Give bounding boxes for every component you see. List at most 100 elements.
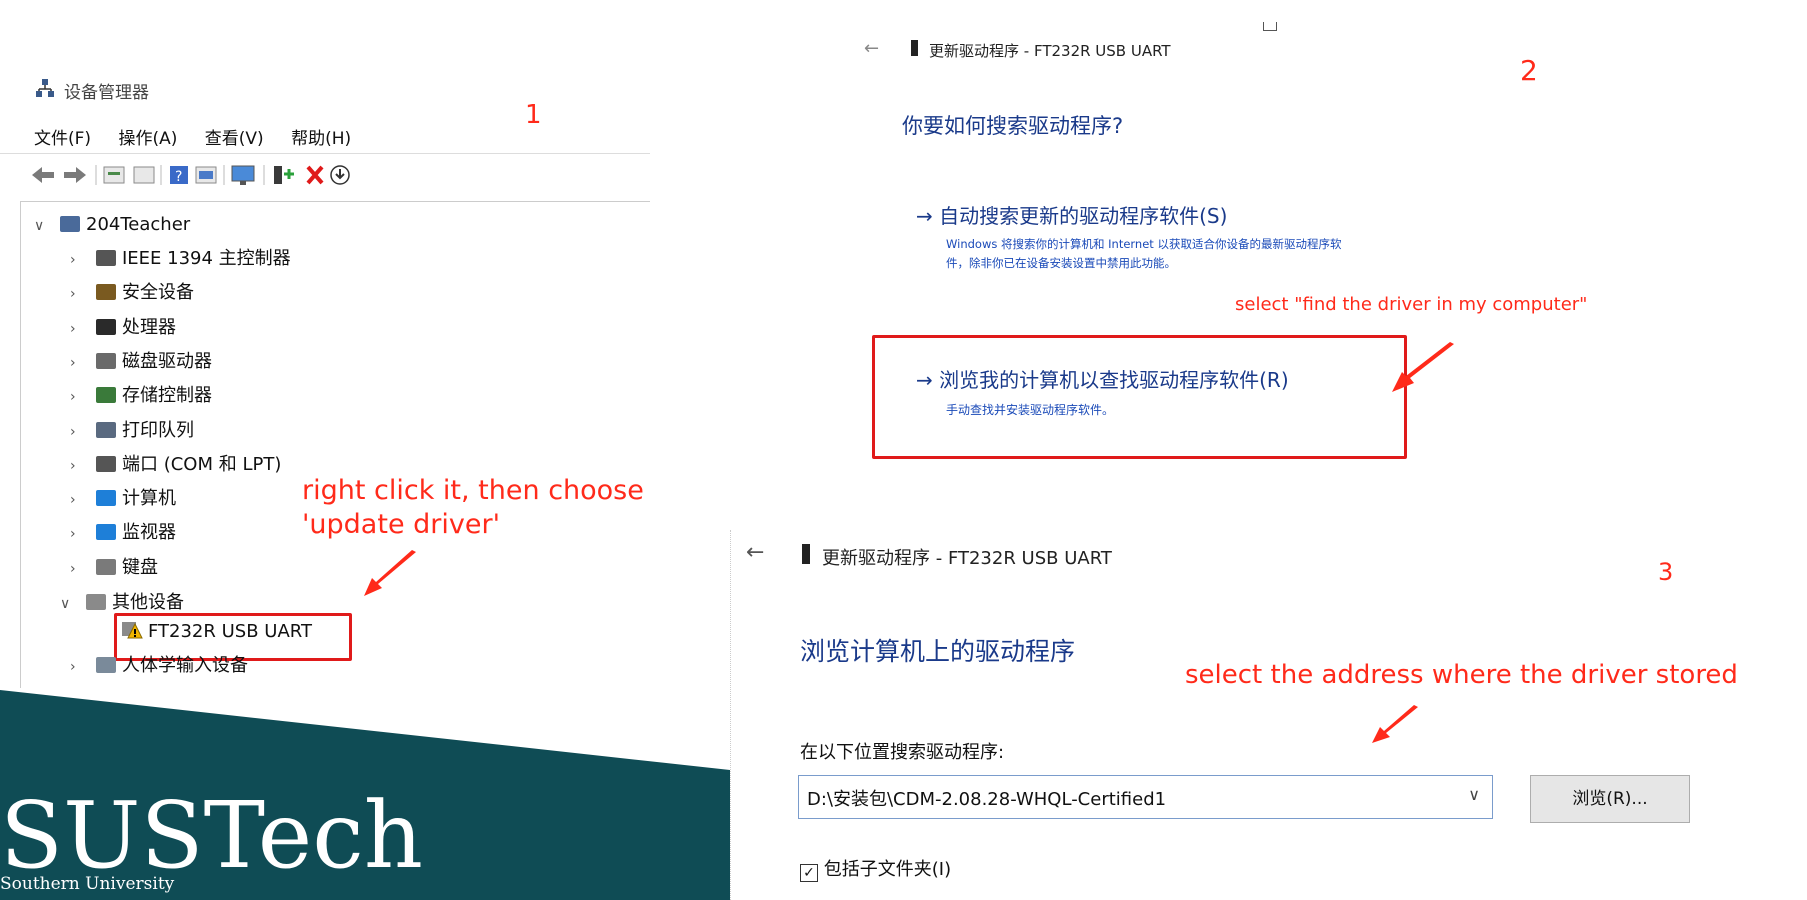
dialog-title-3: 更新驱动程序 - FT232R USB UART [822,548,1112,569]
browse-heading: 浏览计算机上的驱动程序 [800,637,1076,666]
forward-arrow-icon [64,167,86,183]
tree-item-label: 处理器 [122,316,176,338]
chevron-right-icon[interactable]: › [70,280,96,308]
chevron-right-icon[interactable]: › [70,520,96,548]
device-icon [802,544,810,564]
sustech-subtitle: Southern University [0,874,175,894]
annotation-3: select the address where the driver stor… [1185,660,1738,690]
search-question: 你要如何搜索驱动程序? [902,114,1124,138]
annotation-arrow-1 [364,550,416,596]
arrow-right-icon: → [916,368,940,392]
tree-item-label: 其他设备 [112,592,184,613]
chevron-right-icon[interactable]: › [70,418,96,446]
dialog-title-2: 更新驱动程序 - FT232R USB UART [929,42,1171,60]
annotation-1-line2: 'update driver' [302,509,500,540]
menu-file[interactable]: 文件(F) [34,129,91,149]
step-number-1: 1 [525,100,542,130]
keyboard-icon [96,558,116,575]
tree-item-label: 人体学输入设备 [122,655,248,676]
tree-item[interactable]: › 监视器 [70,519,176,547]
hid-icon [96,657,116,673]
menu-divider [0,153,650,154]
chevron-right-icon[interactable]: › [70,452,96,480]
tree-item[interactable]: › IEEE 1394 主控制器 [70,245,291,273]
annotation-1: right click it, then choose 'update driv… [302,474,644,542]
chevron-down-icon[interactable]: ∨ [60,590,86,618]
browse-option-title: → 浏览我的计算机以查找驱动程序软件(R) [916,368,1289,392]
tree-item-label: 存储控制器 [122,385,212,407]
chevron-right-icon[interactable]: › [70,555,96,583]
tree-item[interactable]: › 计算机 [70,485,176,513]
chevron-right-icon[interactable]: › [70,653,96,681]
chevron-right-icon[interactable]: › [70,486,96,514]
chevron-down-icon[interactable]: ∨ [1468,785,1480,804]
window-restore-icon[interactable] [1263,22,1277,31]
browse-button[interactable]: 浏览(R)... [1530,775,1690,823]
back-arrow-icon[interactable]: ← [746,540,764,565]
menu-action[interactable]: 操作(A) [118,129,177,149]
menu-help[interactable]: 帮助(H) [291,129,351,149]
ieee1394-icon [96,250,116,266]
auto-search-title: → 自动搜索更新的驱动程序软件(S) [916,204,1228,228]
browse-computer-option[interactable]: → 浏览我的计算机以查找驱动程序软件(R) 手动查找并安装驱动程序软件。 [916,364,1289,418]
storage-controller-icon [96,387,116,404]
menu-bar: 文件(F) 操作(A) 查看(V) 帮助(H) [34,124,373,149]
tree-item[interactable]: › 处理器 [70,314,176,342]
tree-item-hid[interactable]: › 人体学输入设备 [70,652,248,680]
annotation-1-line1: right click it, then choose [302,475,644,506]
chevron-right-icon[interactable]: › [70,349,96,377]
tree-item-label: IEEE 1394 主控制器 [122,248,291,269]
tree-item[interactable]: › 磁盘驱动器 [70,348,212,376]
search-location-label: 在以下位置搜索驱动程序: [800,742,1005,763]
print-queue-icon [96,421,116,438]
device-icon [911,40,918,56]
driver-path-value[interactable]: D:\安装包\CDM-2.08.28-WHQL-Certified1 [807,785,1166,811]
tree-item[interactable]: › 存储控制器 [70,382,212,410]
arrow-right-icon: → [916,204,940,228]
tree-item-label: 磁盘驱动器 [122,350,212,372]
auto-search-desc: Windows 将搜索你的计算机和 Internet 以获取适合你设备的最新驱动… [946,237,1342,270]
tree-item[interactable]: › 键盘 [70,554,158,582]
device-manager-panel: 设备管理器 1 文件(F) 操作(A) 查看(V) 帮助(H) ? ∨ 204T… [0,0,650,690]
include-subfolders-checkbox[interactable]: ✓ 包括子文件夹(I) [800,855,951,882]
back-arrow-icon[interactable]: ← [864,38,879,59]
browse-option-desc: 手动查找并安装驱动程序软件。 [946,403,1115,417]
computer-network-icon [60,216,80,232]
tree-item-label: 计算机 [122,488,176,510]
toolbar-divider [20,201,650,202]
update-driver-panel-2: ← 更新驱动程序 - FT232R USB UART 2 你要如何搜索驱动程序?… [733,0,1807,460]
sustech-logo-text: SUSTech [0,782,424,889]
driver-path-combobox[interactable]: D:\安装包\CDM-2.08.28-WHQL-Certified1 ∨ [798,775,1493,819]
tree-item[interactable]: › 打印队列 [70,417,194,445]
chevron-right-icon[interactable]: › [70,383,96,411]
uninstall-icon [306,165,324,185]
menu-view[interactable]: 查看(V) [205,129,264,149]
disk-drive-icon [96,352,116,369]
update-driver-panel-3: ← 更新驱动程序 - FT232R USB UART 3 浏览计算机上的驱动程序… [730,530,1807,900]
annotation-arrow-3 [1372,705,1418,743]
port-icon [96,455,116,472]
auto-search-option[interactable]: → 自动搜索更新的驱动程序软件(S) Windows 将搜索你的计算机和 Int… [916,200,1341,273]
update-icon [330,165,350,185]
tree-root-label: 204Teacher [86,214,191,235]
computer-icon [96,490,116,507]
tree-item-label: 监视器 [122,522,176,544]
tree-item-label: 打印队列 [122,419,194,441]
help-icon: ? [170,166,188,185]
tree-item-label: 键盘 [122,556,158,578]
chevron-right-icon[interactable]: › [70,315,96,343]
checkbox-checked-icon[interactable]: ✓ [800,864,818,882]
step-number-2: 2 [1520,54,1538,87]
monitor-icon [96,524,116,541]
chevron-right-icon[interactable]: › [70,246,96,274]
tree-root[interactable]: ∨ 204Teacher [34,211,190,239]
tree-border [20,202,21,688]
window-title: 设备管理器 [64,83,149,103]
device-manager-icon [34,77,56,103]
properties-icon [103,166,125,184]
annotation-arrow-2 [1392,342,1454,392]
tree-item[interactable]: › 端口 (COM 和 LPT) [70,451,281,479]
chevron-down-icon[interactable]: ∨ [34,212,60,240]
panel-divider [730,530,731,900]
tree-item[interactable]: › 安全设备 [70,279,194,307]
